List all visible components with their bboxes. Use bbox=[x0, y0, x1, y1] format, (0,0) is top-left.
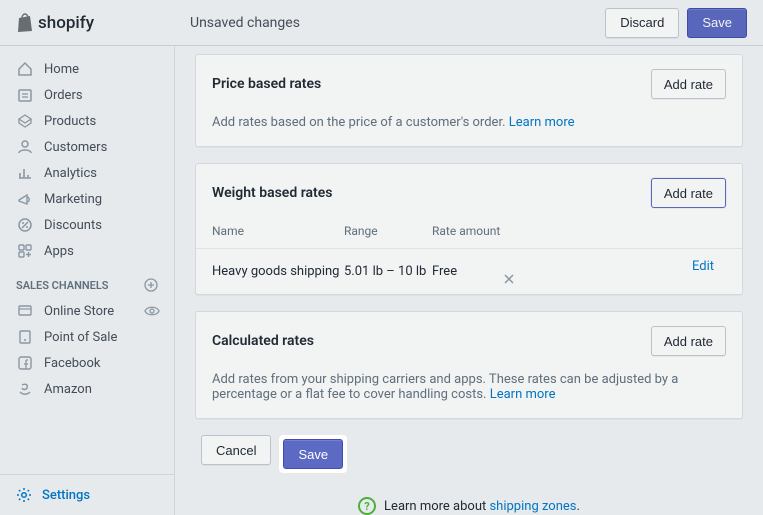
sidebar-item-label: Point of Sale bbox=[44, 330, 117, 345]
orders-icon bbox=[16, 86, 34, 104]
calculated-rates-learn-link[interactable]: Learn more bbox=[490, 387, 556, 402]
cancel-button[interactable]: Cancel bbox=[201, 435, 271, 465]
pos-icon bbox=[16, 328, 34, 346]
save-highlight: Save bbox=[279, 435, 347, 473]
add-calc-rate-button[interactable]: Add rate bbox=[651, 326, 726, 356]
sidebar-item-label: Facebook bbox=[44, 356, 100, 371]
view-store-icon[interactable] bbox=[144, 305, 160, 317]
sidebar-section-label: SALES CHANNELS bbox=[16, 279, 109, 292]
table-row: Heavy goods shipping 5.01 lb – 10 lb Fre… bbox=[196, 249, 742, 294]
price-rates-title: Price based rates bbox=[212, 76, 321, 92]
info-text: Learn more about bbox=[384, 499, 489, 514]
weight-rates-title: Weight based rates bbox=[212, 185, 332, 201]
main-content: Price based rates Add rate Add rates bas… bbox=[175, 46, 763, 515]
facebook-icon bbox=[16, 354, 34, 372]
rate-amount: Free bbox=[432, 264, 504, 279]
sidebar-item-products[interactable]: Products bbox=[0, 108, 174, 134]
sidebar-item-label: Analytics bbox=[44, 166, 97, 181]
sidebar-item-orders[interactable]: Orders bbox=[0, 82, 174, 108]
sidebar-item-marketing[interactable]: Marketing bbox=[0, 186, 174, 212]
products-icon bbox=[16, 112, 34, 130]
shipping-zones-link[interactable]: shipping zones bbox=[489, 499, 576, 514]
sidebar-item-label: Marketing bbox=[44, 192, 102, 207]
customers-icon bbox=[16, 138, 34, 156]
sidebar-item-label: Home bbox=[44, 62, 79, 77]
sidebar-item-label: Discounts bbox=[44, 218, 102, 233]
add-channel-icon[interactable] bbox=[144, 278, 158, 292]
sidebar-item-label: Amazon bbox=[44, 382, 92, 397]
col-amount: Rate amount bbox=[432, 224, 504, 238]
sidebar-section-sales-channels: SALES CHANNELS bbox=[0, 264, 174, 298]
page-status: Unsaved changes bbox=[190, 15, 300, 31]
sidebar-item-label: Products bbox=[44, 114, 96, 129]
save-button-top[interactable]: Save bbox=[687, 8, 747, 38]
sidebar-item-label: Apps bbox=[44, 244, 74, 259]
sidebar-channel-amazon[interactable]: Amazon bbox=[0, 376, 174, 402]
discounts-icon bbox=[16, 216, 34, 234]
edit-rate-link[interactable]: Edit bbox=[692, 259, 714, 274]
add-price-rate-button[interactable]: Add rate bbox=[651, 69, 726, 99]
analytics-icon bbox=[16, 164, 34, 182]
discard-button[interactable]: Discard bbox=[605, 8, 679, 38]
top-bar: shopify Unsaved changes Discard Save bbox=[0, 0, 763, 46]
sidebar-channel-facebook[interactable]: Facebook bbox=[0, 350, 174, 376]
home-icon bbox=[16, 60, 34, 78]
calculated-rates-desc: Add rates from your shipping carriers an… bbox=[212, 372, 678, 402]
price-rates-learn-link[interactable]: Learn more bbox=[509, 115, 575, 130]
marketing-icon bbox=[16, 190, 34, 208]
brand-logo: shopify bbox=[16, 13, 94, 33]
sidebar-item-label: Customers bbox=[44, 140, 107, 155]
rate-name: Heavy goods shipping bbox=[212, 264, 344, 279]
price-rates-desc: Add rates based on the price of a custom… bbox=[212, 115, 506, 130]
online-store-icon bbox=[16, 302, 34, 320]
calculated-rates-title: Calculated rates bbox=[212, 333, 314, 349]
sidebar: Home Orders Products Customers Analytics bbox=[0, 46, 175, 515]
sidebar-item-analytics[interactable]: Analytics bbox=[0, 160, 174, 186]
sidebar-item-label: Settings bbox=[42, 488, 90, 503]
sidebar-channel-online-store[interactable]: Online Store bbox=[0, 298, 174, 324]
shopify-bag-icon bbox=[16, 13, 34, 33]
sidebar-item-home[interactable]: Home bbox=[0, 56, 174, 82]
col-name: Name bbox=[212, 224, 344, 238]
sidebar-item-label: Orders bbox=[44, 88, 83, 103]
save-button[interactable]: Save bbox=[283, 439, 343, 469]
question-icon: ? bbox=[358, 497, 376, 515]
sidebar-channel-pos[interactable]: Point of Sale bbox=[0, 324, 174, 350]
sidebar-item-apps[interactable]: Apps bbox=[0, 238, 174, 264]
rate-range: 5.01 lb – 10 lb bbox=[344, 264, 432, 279]
footer-actions: Cancel Save bbox=[195, 435, 743, 473]
col-range: Range bbox=[344, 224, 432, 238]
price-rates-card: Price based rates Add rate Add rates bas… bbox=[195, 54, 743, 147]
calculated-rates-card: Calculated rates Add rate Add rates from… bbox=[195, 311, 743, 419]
gear-icon bbox=[16, 487, 32, 503]
info-footer: ? Learn more about shipping zones. bbox=[195, 497, 743, 515]
apps-icon bbox=[16, 242, 34, 260]
delete-rate-icon[interactable] bbox=[504, 274, 726, 284]
sidebar-item-label: Online Store bbox=[44, 304, 114, 319]
sidebar-item-settings[interactable]: Settings bbox=[0, 474, 174, 515]
amazon-icon bbox=[16, 380, 34, 398]
weight-rates-card: Weight based rates Add rate Name Range R… bbox=[195, 163, 743, 295]
sidebar-item-customers[interactable]: Customers bbox=[0, 134, 174, 160]
add-weight-rate-button[interactable]: Add rate bbox=[651, 178, 726, 208]
brand-name: shopify bbox=[38, 13, 94, 33]
sidebar-item-discounts[interactable]: Discounts bbox=[0, 212, 174, 238]
weight-rates-table-head: Name Range Rate amount bbox=[196, 214, 742, 249]
